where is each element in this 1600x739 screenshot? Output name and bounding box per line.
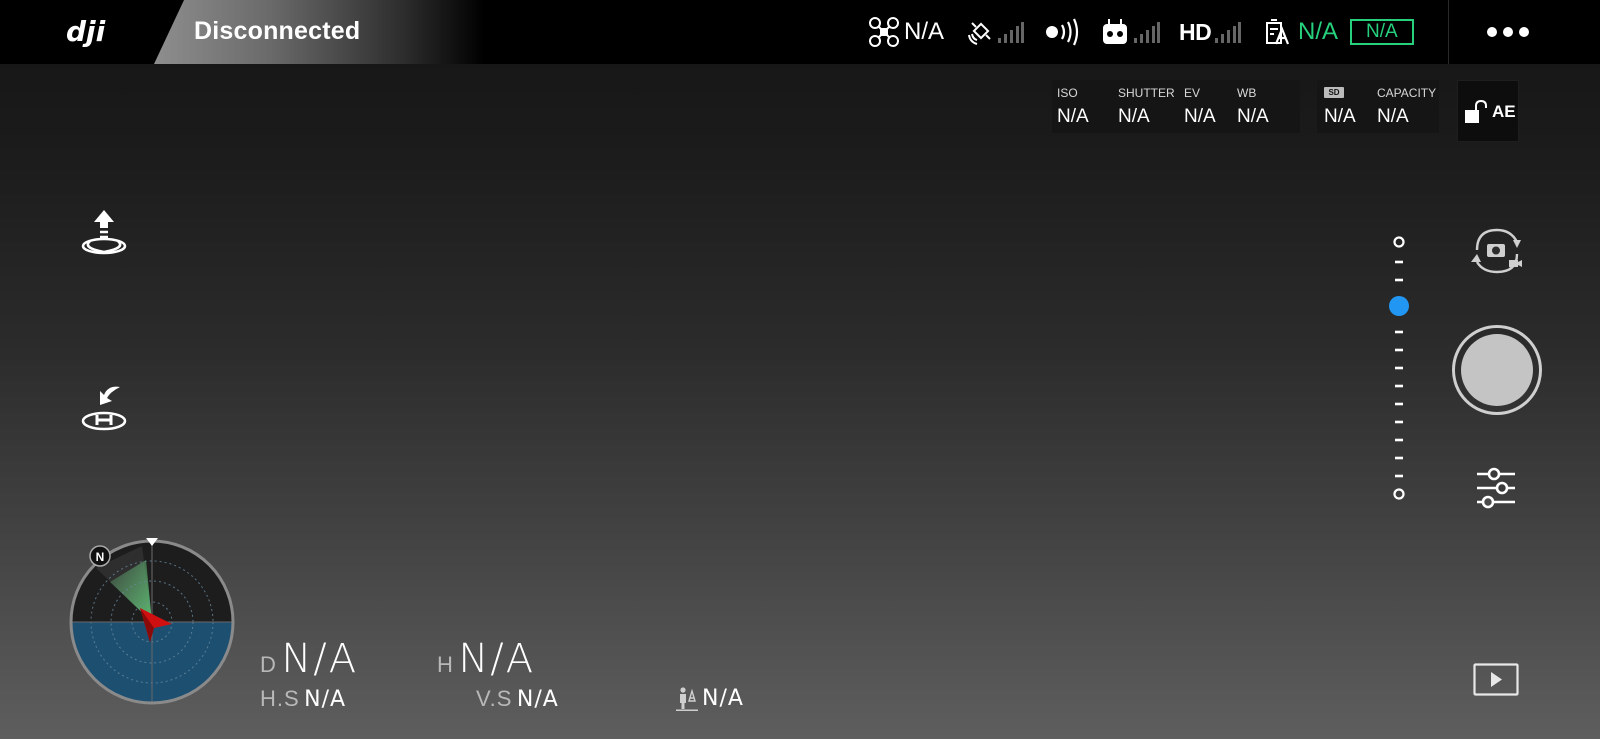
distance-value: N/A [281, 636, 359, 682]
wb-value: N/A [1237, 106, 1269, 127]
topbar-divider [1448, 0, 1449, 64]
return-home-button[interactable] [78, 383, 130, 435]
ae-label: AE [1492, 102, 1516, 121]
gps-status[interactable] [966, 0, 1024, 64]
connection-status-text: Disconnected [194, 17, 361, 45]
connection-status-banner[interactable]: Disconnected [154, 0, 484, 64]
radar-compass[interactable]: N [66, 534, 236, 710]
battery-icon [1262, 17, 1290, 47]
battery-percent-value: N/A [1298, 18, 1339, 45]
remote-controller-icon [1102, 17, 1128, 47]
hd-label: HD [1179, 18, 1212, 45]
return-home-icon [78, 383, 130, 435]
north-label: N [96, 550, 105, 564]
capacity-value: N/A [1377, 106, 1409, 127]
dji-logo: dji [66, 17, 120, 47]
playback-icon [1473, 663, 1519, 696]
iso-label: ISO [1057, 86, 1078, 100]
aircraft-icon [868, 16, 900, 48]
battery-status[interactable]: N/A N/A [1262, 0, 1414, 64]
obstacle-sensing-status[interactable] [1044, 0, 1080, 64]
hd-signal-icon [1215, 20, 1242, 44]
vertical-speed-readout: V.S N/A [476, 686, 559, 712]
playback-button[interactable] [1473, 663, 1519, 696]
photo-video-switch-button[interactable] [1467, 226, 1527, 278]
vision-positioning-icon [676, 686, 698, 711]
shutter-button[interactable] [1452, 325, 1542, 415]
shutter-value: N/A [1118, 106, 1150, 127]
aircraft-status[interactable]: N/A [868, 0, 944, 64]
svg-text:dji: dji [66, 17, 106, 47]
hspeed-value: N/A [304, 687, 347, 712]
camera-switch-icon [1467, 226, 1527, 278]
lock-icon [1464, 99, 1490, 125]
shutter-label: SHUTTER [1118, 86, 1175, 100]
vspeed-value: N/A [516, 687, 559, 712]
ae-lock-button[interactable]: AE [1457, 80, 1519, 142]
top-bar: dji Disconnected N/A HD N/A N/A [0, 0, 1600, 64]
gimbal-slider-thumb [1389, 296, 1409, 316]
obstacle-sensing-icon [1044, 17, 1080, 47]
distance-readout: D N/A [260, 636, 358, 682]
rc-signal-icon [1134, 20, 1160, 44]
horizontal-speed-readout: H.S N/A [260, 686, 346, 712]
hspeed-label: H.S [260, 686, 300, 711]
settings-icon [1474, 466, 1518, 510]
gps-icon [966, 17, 996, 47]
takeoff-icon [78, 208, 130, 260]
takeoff-button[interactable] [78, 208, 130, 260]
more-button[interactable] [1484, 24, 1532, 40]
storage-panel[interactable]: SD N/A CAPACITY N/A [1317, 80, 1439, 133]
sd-value: N/A [1324, 106, 1356, 127]
height-label: H [437, 652, 454, 677]
capacity-label: CAPACITY [1377, 86, 1437, 100]
height-value: N/A [458, 636, 536, 682]
battery-voltage-box: N/A [1350, 19, 1414, 45]
gimbal-slider[interactable] [1386, 232, 1412, 504]
ev-value: N/A [1184, 106, 1216, 127]
remote-controller-status[interactable] [1102, 0, 1160, 64]
gps-signal-icon [998, 20, 1024, 44]
wb-label: WB [1237, 86, 1257, 100]
distance-label: D [260, 652, 277, 677]
aircraft-mode-value: N/A [904, 18, 945, 45]
vision-positioning-readout: N/A [676, 686, 744, 711]
ev-label: EV [1184, 86, 1201, 100]
vps-value: N/A [702, 686, 744, 711]
camera-params-panel[interactable]: ISO N/A SHUTTER N/A EV N/A WB N/A [1052, 80, 1300, 133]
more-icon [1484, 24, 1532, 40]
vspeed-label: V.S [476, 686, 513, 711]
height-readout: H N/A [437, 636, 535, 682]
iso-value: N/A [1057, 106, 1089, 127]
shutter-button-inner [1461, 334, 1533, 406]
sd-card-icon: SD [1324, 87, 1344, 98]
hd-link-status[interactable]: HD [1179, 0, 1242, 64]
camera-settings-button[interactable] [1474, 466, 1518, 510]
